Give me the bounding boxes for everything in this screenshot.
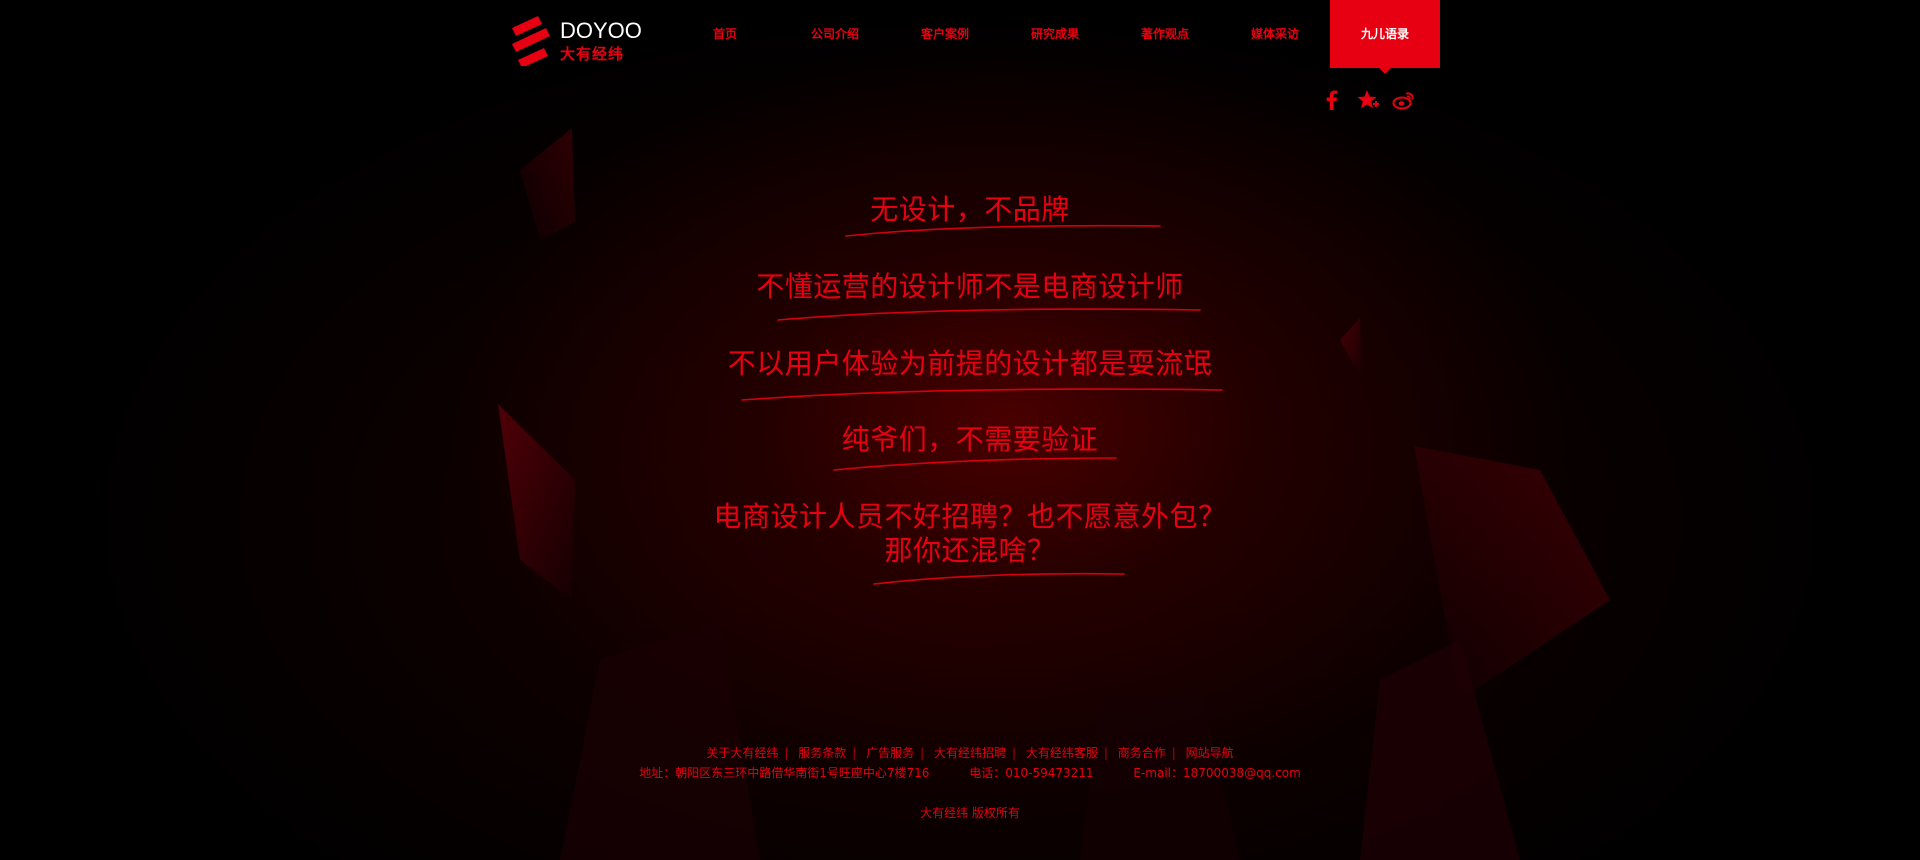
footer-email: E-mail：18700038@qq.com [1133, 766, 1301, 780]
underline-swash [741, 388, 1223, 401]
footer-link-terms[interactable]: 服务条款 [798, 746, 846, 760]
footer-address: 地址：朝阳区东三环中路借华南街1号旺座中心7楼716 [639, 766, 930, 780]
footer-contact: 地址：朝阳区东三环中路借华南街1号旺座中心7楼716 电话：010-594732… [10, 764, 1920, 781]
footer-link-jobs[interactable]: 大有经纬招聘 [934, 746, 1006, 760]
underline-swashes [741, 224, 1223, 585]
footer-copyright: 大有经纬 版权所有 [920, 806, 1020, 820]
footer-link-ads[interactable]: 广告服务 [866, 746, 914, 760]
underline-swash [845, 224, 1161, 237]
footer-link-business[interactable]: 商务合作 [1118, 746, 1166, 760]
underline-swash [873, 572, 1125, 585]
footer-link-support[interactable]: 大有经纬客服 [1026, 746, 1098, 760]
footer-phone: 电话：010-59473211 [969, 766, 1094, 780]
footer-link-about[interactable]: 关于大有经纬 [706, 746, 778, 760]
underline-swash [777, 308, 1201, 321]
footer-links: 关于大有经纬 | 服务条款 | 广告服务 | 大有经纬招聘 | 大有经纬客服 | 商务合作… [706, 746, 1234, 760]
footer-link-sitemap[interactable]: 网站导航 [1186, 746, 1234, 760]
underline-swash [833, 457, 1117, 471]
